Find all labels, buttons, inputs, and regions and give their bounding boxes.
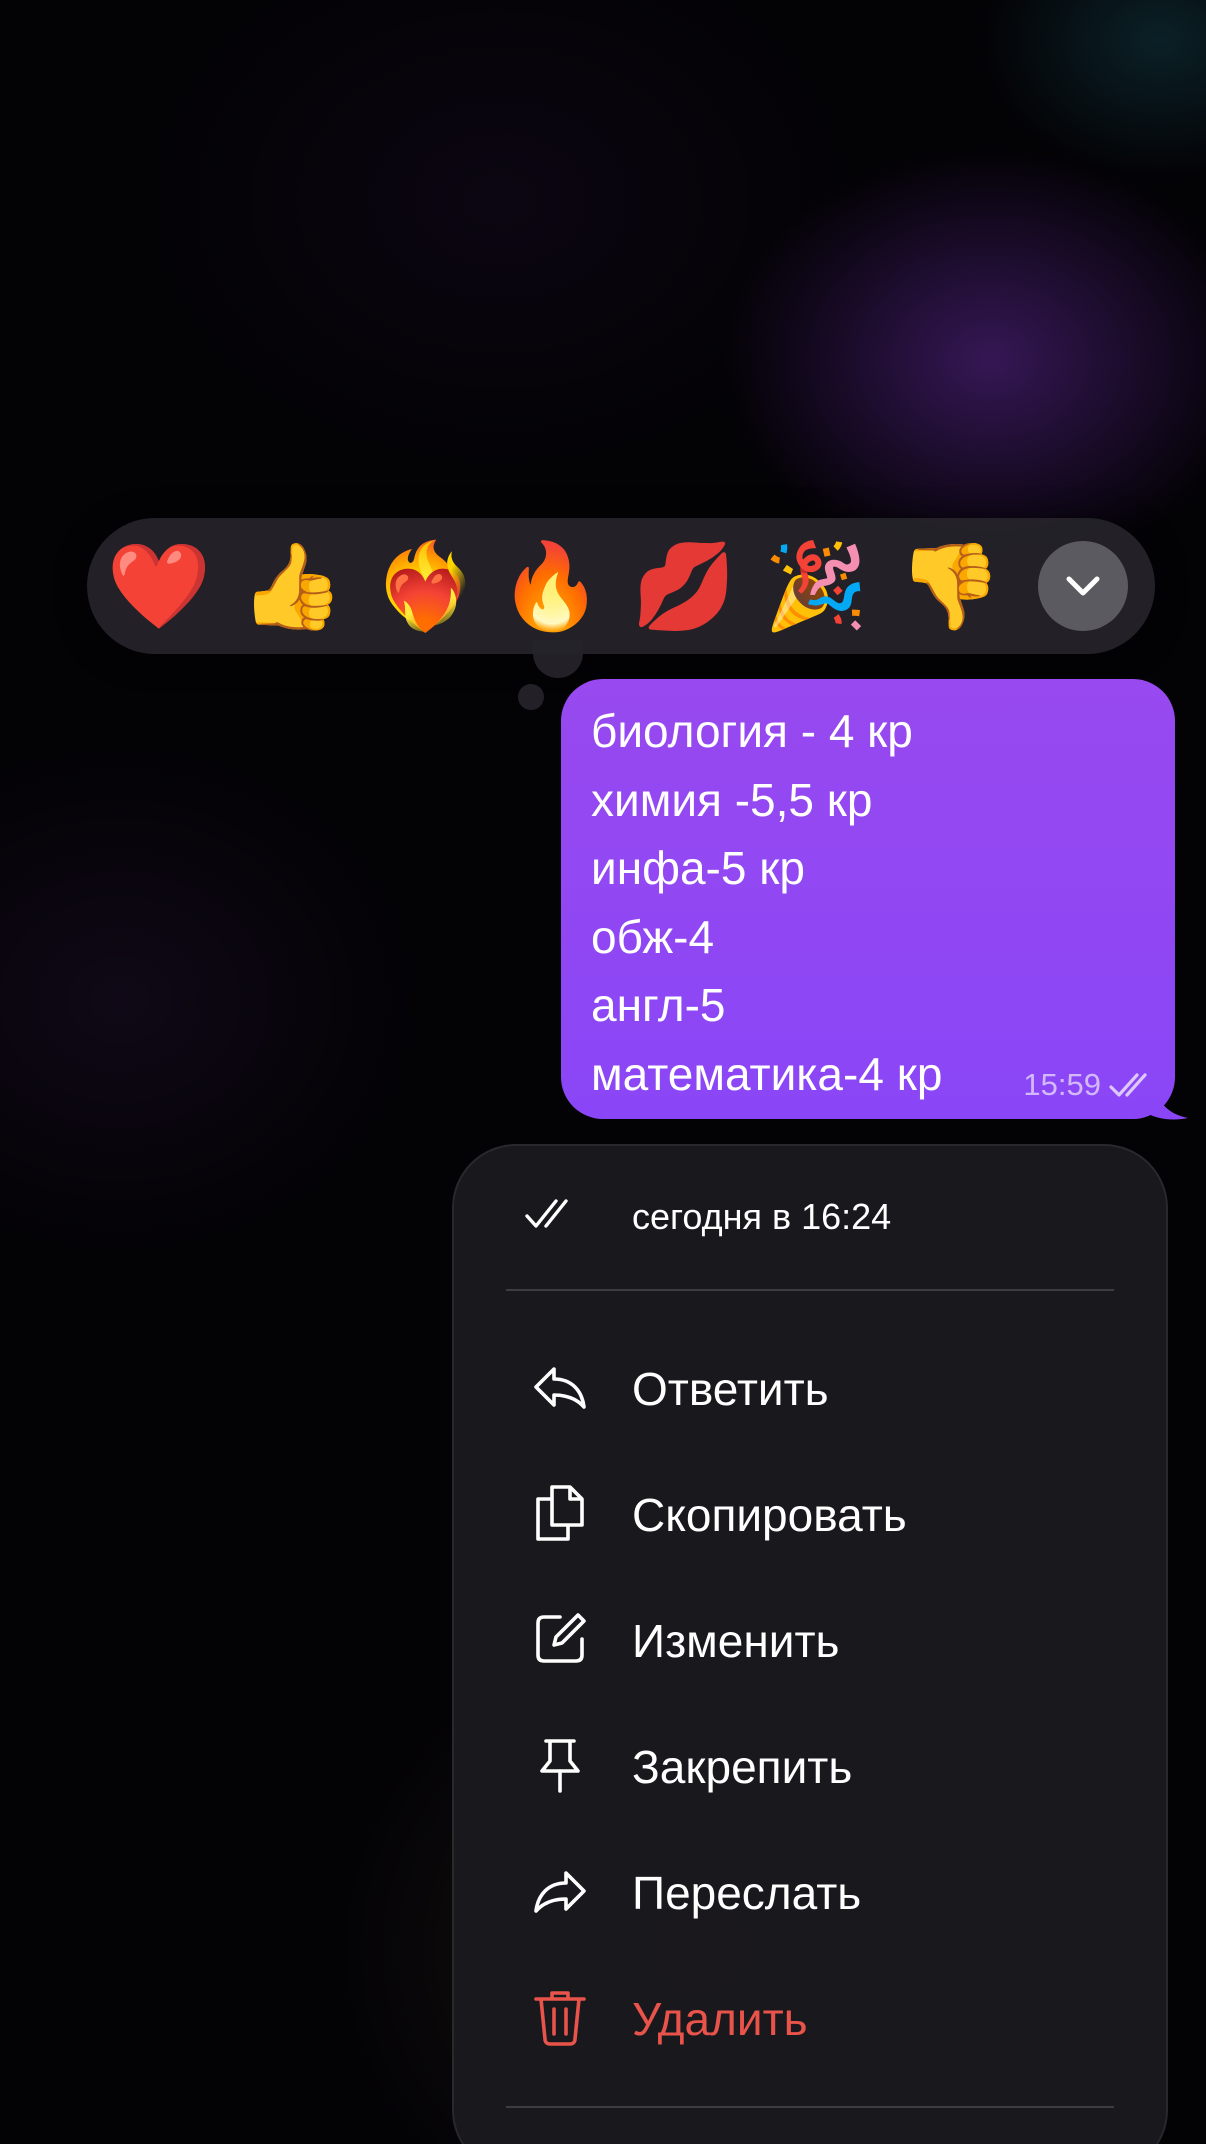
menu-item-copy[interactable]: Скопировать	[454, 1450, 1166, 1576]
trash-icon	[534, 1991, 586, 2046]
copy-icon	[536, 1485, 584, 1541]
read-status-text: сегодня в 16:24	[632, 1196, 892, 1237]
menu-item-delete[interactable]: Удалить	[454, 1954, 1166, 2080]
menu-item-pin[interactable]: Закрепить	[454, 1702, 1166, 1828]
message-context-menu: сегодня в 16:24 Ответить Скопировать Изм…	[452, 1144, 1168, 2144]
reaction-thumbs-down[interactable]: 👎	[890, 518, 1010, 654]
menu-item-forward[interactable]: Переслать	[454, 1828, 1166, 1954]
message-line: инфа-5 кр	[591, 842, 805, 894]
menu-item-label: Закрепить	[632, 1741, 853, 1793]
reaction-fire[interactable]: 🔥	[491, 518, 611, 654]
double-check-icon	[525, 1199, 568, 1228]
forward-icon	[534, 1871, 586, 1913]
menu-item-reply[interactable]: Ответить	[454, 1324, 1166, 1450]
menu-item-label: Ответить	[632, 1363, 829, 1415]
reaction-heart-on-fire[interactable]: ❤️‍🔥	[365, 518, 485, 654]
menu-item-edit[interactable]: Изменить	[454, 1576, 1166, 1702]
double-check-icon	[1109, 1073, 1147, 1097]
message-line: обж-4	[591, 910, 715, 963]
menu-item-label: Удалить	[632, 1993, 808, 2045]
message-bubble[interactable]: биология - 4 кр химия -5,5 кр инфа-5 кр …	[561, 679, 1175, 1119]
pin-icon	[540, 1739, 580, 1793]
message-meta: 15:59	[1023, 1067, 1155, 1103]
menu-divider	[506, 1289, 1114, 1291]
reply-icon	[534, 1367, 586, 1409]
menu-divider	[506, 2106, 1114, 2108]
message-text: биология - 4 кр химия -5,5 кр инфа-5 кр …	[591, 697, 1145, 1108]
message-time: 15:59	[1023, 1067, 1101, 1102]
menu-item-label: Изменить	[632, 1615, 840, 1667]
edit-icon	[536, 1613, 586, 1663]
reaction-kiss[interactable]: 💋	[624, 518, 744, 654]
expand-reactions-button[interactable]	[1038, 541, 1128, 631]
menu-item-label: Переслать	[632, 1867, 862, 1919]
message-line: англ-5	[591, 979, 726, 1031]
read-status-row: сегодня в 16:24	[454, 1146, 1166, 1290]
reaction-thumbs-up[interactable]: 👍	[232, 518, 352, 654]
reaction-heart[interactable]: ❤️	[99, 518, 219, 654]
chevron-down-icon	[1066, 576, 1100, 596]
message-line: биология - 4 кр	[591, 705, 913, 757]
reaction-party-popper[interactable]: 🎉	[756, 518, 876, 654]
reaction-bar-tail-dot	[518, 684, 544, 710]
reaction-bar: ❤️ 👍 ❤️‍🔥 🔥 💋 🎉 👎	[87, 518, 1155, 654]
menu-item-label: Скопировать	[632, 1489, 907, 1541]
message-line: химия -5,5 кр	[591, 773, 873, 826]
